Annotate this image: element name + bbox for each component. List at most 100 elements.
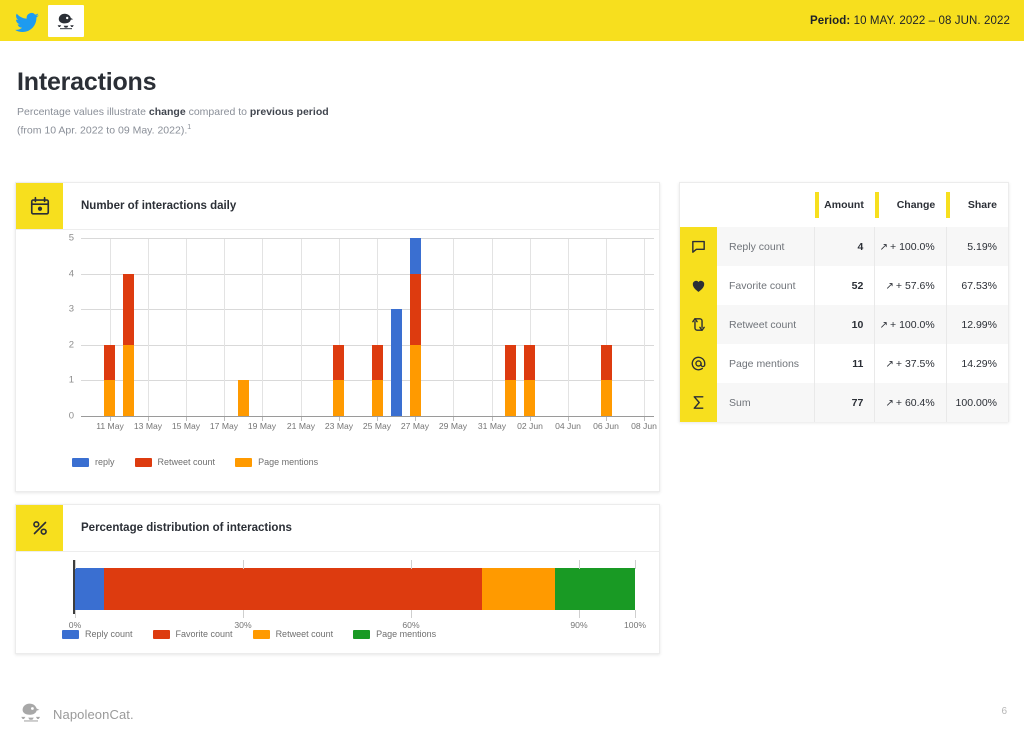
row-change: ↗ + 100.0% xyxy=(874,227,947,266)
bar-segment xyxy=(333,380,345,416)
legend-item: Reply count xyxy=(62,629,133,639)
legend-item: Favorite count xyxy=(152,629,233,639)
bar-segment xyxy=(390,309,402,416)
footer-branding: NapoleonCat. xyxy=(17,700,134,729)
legend-swatch xyxy=(134,457,152,467)
pct-card-header: Percentage distribution of interactions xyxy=(16,505,659,552)
row-share: 67.53% xyxy=(945,266,1008,305)
legend-label: Favorite count xyxy=(175,629,233,639)
footer-brand-name: NapoleonCat. xyxy=(53,707,134,722)
x-axis-label: 13 May xyxy=(133,421,163,431)
row-amount: 11 xyxy=(814,344,875,383)
table-row[interactable]: Favorite count 52 ↗ + 57.6% 67.53% xyxy=(680,266,1008,305)
chart-bar xyxy=(123,273,135,416)
top-bar: Period: 10 MAY. 2022 – 08 JUN. 2022 xyxy=(0,0,1024,41)
trend-up-icon: ↗ xyxy=(885,280,894,292)
table-row[interactable]: Page mentions 11 ↗ + 37.5% 14.29% xyxy=(680,344,1008,383)
table-row[interactable]: Reply count 4 ↗ + 100.0% 5.19% xyxy=(680,227,1008,266)
row-change: ↗ + 57.6% xyxy=(874,266,947,305)
legend-item: Retweet count xyxy=(134,457,215,467)
sigma-icon xyxy=(680,383,717,422)
x-gridline xyxy=(262,239,263,417)
x-axis-label: 04 Jun xyxy=(555,421,581,431)
daily-chart: 0 1 2 3 4 5 11 May 13 May 15 May 17 May 19 May 21 M… xyxy=(16,230,661,492)
period-label: Period: xyxy=(810,14,851,27)
pct-axis-tick-top xyxy=(243,560,244,569)
metrics-table-head: Amount Change Share xyxy=(680,183,1008,227)
bar-segment xyxy=(237,380,249,416)
legend-item: Page mentions xyxy=(353,629,436,639)
daily-card-title: Number of interactions daily xyxy=(81,200,237,212)
pct-axis-tick-bottom xyxy=(75,610,76,618)
pct-axis-label: 90% xyxy=(570,620,588,630)
daily-chart-legend: reply Retweet count Page mentions xyxy=(72,457,318,467)
metrics-table: Amount Change Share Reply count 4 ↗ + 100.0… xyxy=(680,183,1008,422)
metrics-table-card: Amount Change Share Reply count 4 ↗ + 100.0… xyxy=(679,182,1009,422)
row-amount: 4 xyxy=(814,227,875,266)
row-label: Favorite count xyxy=(729,279,796,292)
bar-segment xyxy=(409,273,421,345)
x-gridline xyxy=(186,239,187,417)
twitter-bird-icon xyxy=(14,10,40,32)
x-gridline xyxy=(492,239,493,417)
legend-label: reply xyxy=(95,457,115,467)
y-axis-label: 4 xyxy=(68,268,74,280)
legend-item: Retweet count xyxy=(252,629,334,639)
napoleoncat-logo-icon xyxy=(17,700,45,729)
row-icon-cell xyxy=(680,383,717,422)
table-row[interactable]: Retweet count 10 ↗ + 100.0% 12.99% xyxy=(680,305,1008,344)
row-change-value: + 100.0% xyxy=(890,318,935,331)
chart-bar xyxy=(104,344,116,416)
row-amount: 52 xyxy=(814,266,875,305)
pct-card-title: Percentage distribution of interactions xyxy=(81,522,292,534)
heart-icon xyxy=(680,266,717,305)
bar-segment xyxy=(409,344,421,416)
row-share: 5.19% xyxy=(945,227,1008,266)
page-title: Interactions xyxy=(17,68,157,96)
page-number: 6 xyxy=(1001,706,1007,717)
col-amount-header: Amount xyxy=(814,183,875,227)
subtitle-line-2: (from 10 Apr. 2022 to 09 May. 2022). xyxy=(17,124,188,137)
pct-bar-segment xyxy=(104,568,483,610)
x-axis-label: 02 Jun xyxy=(517,421,543,431)
bar-segment xyxy=(123,344,135,416)
legend-item: Page mentions xyxy=(235,457,318,467)
pct-axis-tick-top xyxy=(635,560,636,569)
x-axis-label: 25 May xyxy=(362,421,392,431)
subtitle-emph-previous: previous period xyxy=(249,106,329,118)
bar-segment xyxy=(104,344,116,381)
row-share: 14.29% xyxy=(945,344,1008,383)
bar-segment xyxy=(600,344,612,381)
table-row[interactable]: Sum 77 ↗ + 60.4% 100.00% xyxy=(680,383,1008,422)
legend-swatch xyxy=(152,629,170,639)
bar-segment xyxy=(371,344,383,381)
x-axis-label: 15 May xyxy=(171,421,201,431)
legend-swatch xyxy=(72,457,89,467)
row-label: Sum xyxy=(729,396,751,409)
chart-bar xyxy=(333,344,345,416)
footnote-marker: 1 xyxy=(187,124,192,131)
calendar-icon xyxy=(16,183,63,229)
at-sign-icon xyxy=(680,344,717,383)
bar-segment xyxy=(123,273,135,345)
legend-swatch xyxy=(62,629,79,639)
subtitle-emph-change: change xyxy=(148,106,186,118)
pct-bar-segment xyxy=(554,568,635,610)
x-axis-label: 29 May xyxy=(438,421,468,431)
row-change: ↗ + 100.0% xyxy=(874,305,947,344)
legend-swatch xyxy=(252,629,270,639)
legend-label: Page mentions xyxy=(258,457,319,467)
row-icon-cell xyxy=(680,227,717,266)
legend-label: Retweet count xyxy=(275,629,334,639)
y-axis-label: 0 xyxy=(68,410,74,422)
pct-bar-segment xyxy=(482,568,555,610)
bar-segment xyxy=(524,344,536,381)
trend-up-icon: ↗ xyxy=(879,319,889,331)
x-axis-label: 11 May xyxy=(96,421,124,431)
page-subtitle: Percentage values illustrate change comp… xyxy=(17,104,329,139)
col-name-header xyxy=(717,183,815,227)
chart-bar xyxy=(524,344,536,416)
daily-chart-plot-area: 0 1 2 3 4 5 11 May 13 May 15 May 17 May 19 May 21 M… xyxy=(69,233,657,432)
x-gridline xyxy=(148,239,149,417)
x-axis-label: 27 May xyxy=(400,421,430,431)
